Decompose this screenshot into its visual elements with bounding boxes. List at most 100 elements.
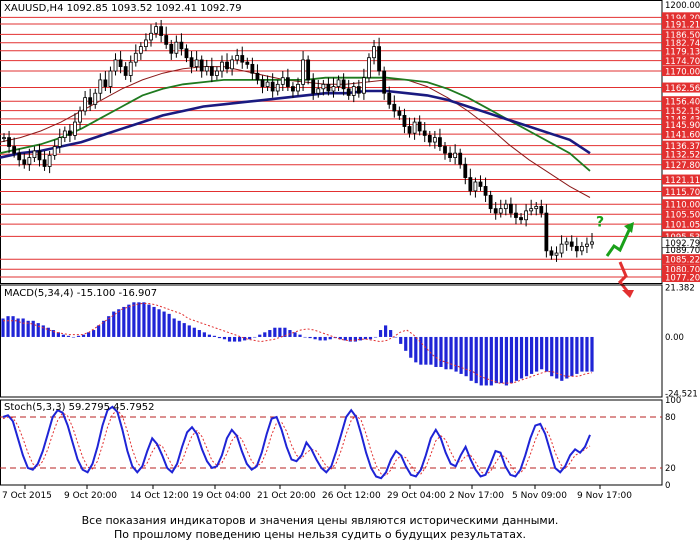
- candle-body: [7, 137, 11, 147]
- candle-body: [392, 103, 397, 112]
- candle-body: [37, 150, 42, 161]
- macd-bar: [414, 336, 418, 363]
- candle-body: [438, 137, 442, 147]
- macd-bar: [313, 336, 317, 340]
- macd-bar: [469, 336, 473, 381]
- macd-bar: [273, 327, 277, 337]
- macd-bar: [429, 336, 433, 365]
- macd-bar: [590, 336, 594, 372]
- candle-body: [93, 92, 98, 105]
- candle-body: [417, 121, 422, 132]
- candle-body: [458, 152, 463, 165]
- macd-bar: [323, 336, 327, 341]
- candle-body: [149, 32, 153, 41]
- macd-bar: [227, 336, 232, 342]
- macd-bar: [21, 318, 25, 337]
- candle-body: [367, 57, 371, 79]
- candle-body: [169, 43, 174, 54]
- macd-bar: [192, 327, 196, 337]
- macd-bar: [308, 336, 312, 339]
- candle-body: [331, 86, 336, 92]
- candle-body: [508, 203, 513, 214]
- price-tick-label: 1141.60: [665, 131, 700, 141]
- candle-body: [539, 206, 544, 214]
- candle-body: [199, 59, 204, 72]
- candle-body: [549, 250, 554, 256]
- candle-body: [260, 79, 265, 87]
- price-tick-label: 1085.22: [665, 256, 700, 266]
- stoch-tick-label: 100: [665, 396, 681, 406]
- macd-bar: [394, 336, 398, 338]
- candle-body: [214, 70, 219, 76]
- candle-body: [245, 61, 250, 65]
- macd-bar: [76, 335, 81, 337]
- candle-body: [209, 66, 214, 76]
- candle-body: [62, 130, 67, 139]
- macd-bar: [575, 336, 579, 374]
- symbol-header: XAUUSD,H4 1092.85 1093.52 1092.41 1092.7…: [4, 3, 242, 14]
- macd-bar: [298, 334, 302, 337]
- macd-bar: [389, 330, 393, 337]
- macd-bar: [71, 336, 76, 338]
- macd-bar: [444, 336, 448, 370]
- candle-body: [123, 66, 128, 76]
- macd-tick-label: 21.382: [665, 284, 695, 294]
- macd-bar: [147, 304, 151, 337]
- candle-body: [468, 177, 473, 192]
- candle-body: [17, 152, 22, 161]
- candle-body: [204, 66, 209, 72]
- macd-bar: [303, 336, 307, 338]
- macd-label: MACD(5,34,4) -15.100 -16.907: [4, 288, 157, 299]
- macd-bar: [97, 325, 101, 337]
- candle-body: [382, 70, 387, 94]
- candle-body: [432, 137, 437, 143]
- candle-body: [154, 26, 158, 34]
- macd-bar: [555, 336, 559, 379]
- macd-bar: [258, 334, 262, 337]
- macd-bar: [137, 302, 141, 337]
- macd-bar: [434, 336, 438, 367]
- macd-bar: [479, 336, 483, 386]
- time-label: 7 Oct 2015: [2, 491, 52, 501]
- macd-bar: [353, 336, 357, 342]
- macd-bar: [66, 335, 71, 337]
- candle-body: [291, 86, 295, 92]
- disclaimer-line-2: По прошлому поведению цены нельзя судить…: [113, 528, 527, 541]
- disclaimer: Все показания индикаторов и значения цен…: [0, 514, 640, 542]
- candle-body: [326, 83, 331, 92]
- macd-bar: [212, 335, 217, 337]
- price-tick-label: 1077.20: [665, 274, 700, 284]
- price-tick-label: 1200.00: [665, 1, 700, 11]
- macd-bar: [61, 334, 66, 337]
- candle-body: [448, 152, 452, 158]
- candle-body: [483, 186, 488, 196]
- time-label: 26 Oct 12:00: [322, 491, 381, 501]
- price-tick-label: 1170.00: [665, 68, 700, 78]
- macd-bar: [318, 336, 322, 341]
- candle-body: [184, 48, 189, 59]
- macd-bar: [142, 302, 146, 337]
- candle-body: [270, 81, 275, 92]
- macd-bar: [122, 306, 126, 337]
- macd-bar: [177, 320, 181, 337]
- candle-body: [73, 121, 77, 136]
- candle-body: [569, 241, 574, 247]
- candle-body: [316, 88, 321, 94]
- stoch-label: Stoch(5,3,3) 59.2795 45.7952: [4, 402, 155, 413]
- macd-bar: [524, 336, 529, 377]
- macd-bar: [11, 316, 15, 337]
- price-tick-label: 1127.80: [665, 161, 700, 171]
- macd-bar: [399, 336, 403, 344]
- candle-body: [321, 83, 326, 90]
- macd-bar: [585, 336, 589, 372]
- macd-bar: [519, 336, 524, 379]
- macd-bar: [489, 336, 493, 386]
- candle-body: [32, 150, 37, 158]
- candle-body: [412, 121, 417, 134]
- macd-bar: [404, 336, 408, 351]
- candle-body: [503, 203, 508, 210]
- candle-body: [397, 110, 402, 116]
- candle-body: [473, 181, 478, 192]
- macd-tick-label: 0.00: [665, 333, 684, 343]
- candle-body: [519, 217, 523, 221]
